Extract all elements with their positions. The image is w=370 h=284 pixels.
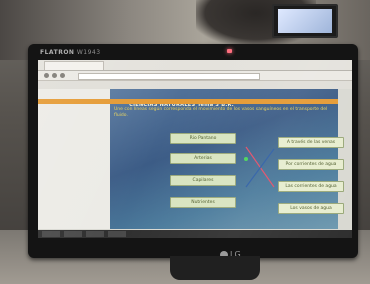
right-item-1[interactable]: A través de las venas — [278, 137, 344, 148]
monitor-stand — [170, 256, 260, 280]
browser-tab[interactable] — [44, 61, 104, 70]
right-item-3[interactable]: Las corrientes de agua — [278, 181, 344, 192]
browser-address-bar — [38, 71, 352, 81]
background-monitor — [272, 4, 338, 38]
browser-toolbar — [38, 81, 352, 89]
windows-taskbar — [38, 230, 352, 238]
start-button[interactable] — [42, 231, 60, 237]
url-input[interactable] — [78, 73, 260, 80]
brand-name: FLATRON — [40, 49, 75, 56]
accent-bar — [38, 99, 338, 104]
taskbar-app-1[interactable] — [64, 231, 82, 237]
page-left-margin — [38, 89, 110, 229]
reload-icon[interactable] — [60, 73, 65, 78]
taskbar-app-2[interactable] — [86, 231, 104, 237]
background-monitor-screen — [278, 9, 332, 33]
taskbar-app-3[interactable] — [108, 231, 126, 237]
monitor-screen: CIENCIAS NATURALES Tema 3 B.R. Une con l… — [38, 60, 352, 238]
monitor-brand: FLATRON W1943 — [40, 49, 101, 56]
left-item-3[interactable]: Capilares — [170, 175, 236, 186]
left-item-2[interactable]: Arterias — [170, 153, 236, 164]
right-item-4[interactable]: Los vasos de agua — [278, 203, 344, 214]
activity-page: CIENCIAS NATURALES Tema 3 B.R. Une con l… — [110, 89, 344, 229]
active-connector-dot[interactable] — [244, 157, 248, 161]
back-arrow-icon[interactable] — [44, 73, 49, 78]
left-item-1[interactable]: Rio Pantano — [170, 133, 236, 144]
model-name: W1943 — [76, 49, 101, 56]
left-item-4[interactable]: Nutrientes — [170, 197, 236, 208]
power-led-icon — [227, 49, 232, 53]
browser-tab-strip — [38, 60, 352, 71]
right-item-2[interactable]: Por corrientes de agua — [278, 159, 344, 170]
forward-arrow-icon[interactable] — [52, 73, 57, 78]
